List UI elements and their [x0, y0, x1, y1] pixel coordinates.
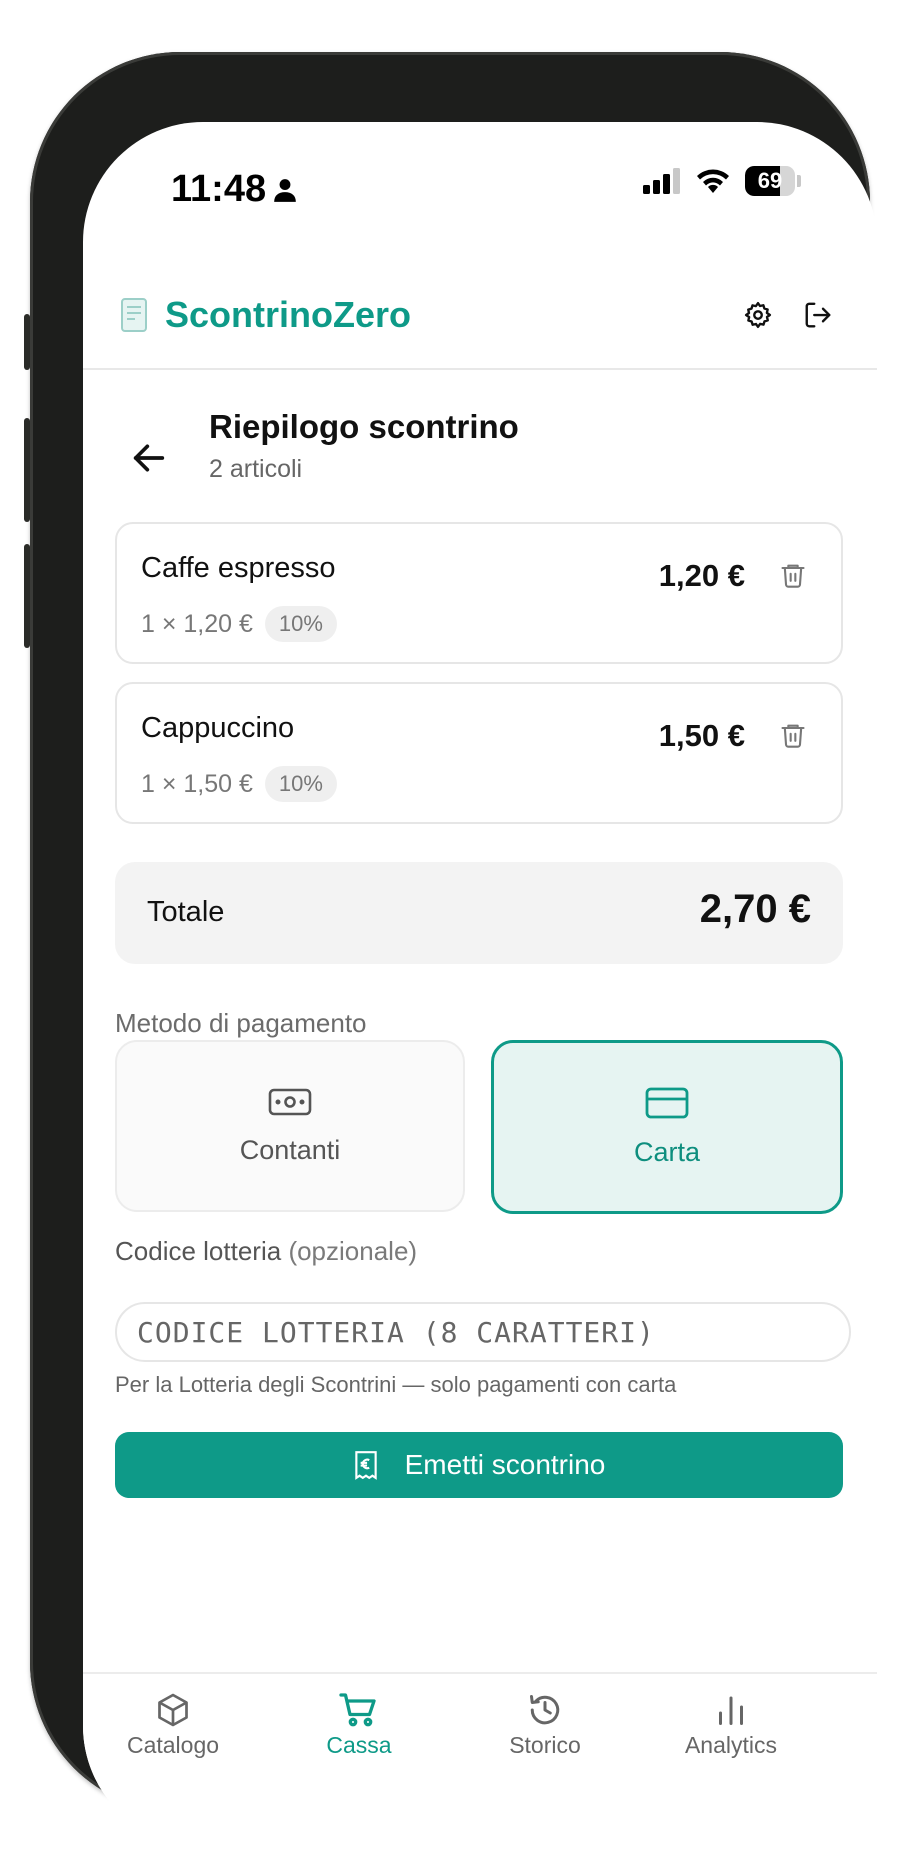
bottom-nav: Catalogo Cassa Storico Analytics: [83, 1672, 877, 1846]
page-title: Riepilogo scontrino: [209, 408, 519, 445]
status-icons: 69: [643, 166, 801, 196]
mute-switch: [24, 314, 30, 370]
item-count: 2 articoli: [209, 455, 303, 483]
nav-item-cassa[interactable]: Cassa: [269, 1692, 449, 1759]
nav-label: Catalogo: [126, 1732, 220, 1758]
payment-option-card[interactable]: Carta: [491, 1040, 843, 1214]
total-value: 2,70 €: [699, 887, 811, 931]
lottery-hint: Per la Lotteria degli Scontrini — solo p…: [115, 1372, 677, 1397]
app-header: ScontrinoZero: [83, 272, 877, 370]
item-name: Caffe espresso: [141, 552, 336, 584]
payment-option-cash[interactable]: Contanti: [115, 1040, 465, 1212]
item-qty-price: 1 × 1,50 €: [141, 769, 253, 798]
back-arrow-icon[interactable]: [129, 438, 169, 478]
emit-receipt-button[interactable]: Emetti scontrino: [115, 1432, 843, 1498]
clock-text: 11:48: [171, 168, 267, 210]
status-time: 11:48: [171, 168, 298, 211]
battery-icon: 69: [745, 166, 795, 196]
lottery-label: Codice lotteria (opzionale): [115, 1236, 417, 1267]
wifi-icon: [697, 169, 729, 193]
nav-item-catalogo[interactable]: Catalogo: [83, 1692, 263, 1759]
item-meta: 1 × 1,50 € 10%: [141, 766, 337, 802]
battery-level: 69: [757, 168, 783, 193]
receipt-logo-icon: [121, 298, 147, 332]
nav-item-storico[interactable]: Storico: [455, 1692, 635, 1759]
vat-badge: 10%: [264, 766, 337, 802]
banknote-icon: [268, 1088, 312, 1115]
app-title: ScontrinoZero: [165, 294, 412, 335]
item-meta: 1 × 1,20 € 10%: [141, 606, 337, 642]
phone-frame: 11:48 69 ScontrinoZero Riepilogo scontri…: [24, 52, 877, 1846]
total-label: Totale: [147, 896, 225, 928]
cart-icon: [339, 1693, 376, 1727]
history-icon: [530, 1695, 560, 1725]
lottery-code-input[interactable]: [115, 1302, 851, 1362]
settings-gear-icon[interactable]: [743, 300, 773, 330]
item-total: 1,50 €: [658, 718, 745, 753]
payment-option-label: Contanti: [239, 1134, 341, 1165]
payment-method-label: Metodo di pagamento: [115, 1008, 367, 1038]
emit-receipt-label: Emetti scontrino: [404, 1449, 606, 1480]
signal-icon: [643, 168, 680, 194]
trash-icon[interactable]: [779, 720, 807, 750]
euro-receipt-icon: [354, 1451, 377, 1480]
receipt-item: Caffe espresso 1 × 1,20 € 10% 1,20 €: [115, 522, 843, 664]
receipt-item: Cappuccino 1 × 1,50 € 10% 1,50 €: [115, 682, 843, 824]
person-icon: [274, 178, 296, 202]
item-total: 1,20 €: [658, 558, 745, 593]
volume-down-button: [24, 544, 30, 648]
nav-label: Analytics: [684, 1732, 778, 1758]
bar-chart-icon: [719, 1696, 743, 1725]
logout-icon[interactable]: [803, 300, 833, 330]
credit-card-icon: [645, 1087, 689, 1118]
nav-label: Cassa: [326, 1732, 392, 1758]
nav-label: Storico: [509, 1732, 581, 1758]
trash-icon[interactable]: [779, 560, 807, 590]
lottery-optional-text: (opzionale): [288, 1236, 418, 1266]
volume-up-button: [24, 418, 30, 522]
payment-option-label: Carta: [633, 1136, 701, 1167]
screen: 11:48 69 ScontrinoZero Riepilogo scontri…: [83, 122, 877, 1846]
item-name: Cappuccino: [141, 712, 295, 744]
lottery-label-text: Codice lotteria: [115, 1236, 282, 1266]
vat-badge: 10%: [264, 606, 337, 642]
battery-nub: [797, 175, 801, 187]
total-box: Totale 2,70 €: [115, 862, 843, 964]
header-actions: [743, 300, 833, 330]
item-qty-price: 1 × 1,20 €: [141, 609, 253, 638]
nav-item-analytics[interactable]: Analytics: [641, 1692, 821, 1759]
brand: ScontrinoZero: [121, 294, 411, 336]
box-icon: [158, 1693, 188, 1727]
